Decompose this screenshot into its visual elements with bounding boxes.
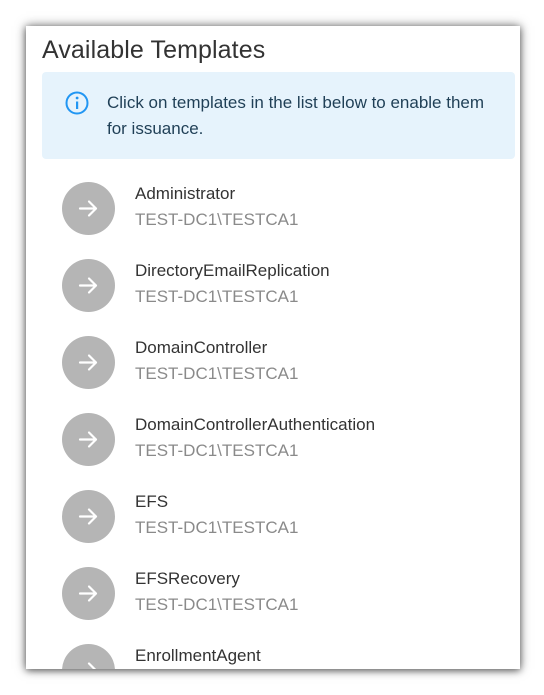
- template-name: EFS: [135, 492, 169, 511]
- template-ca-name: TEST-DC1\TESTCA1: [135, 518, 299, 537]
- arrow-right-icon[interactable]: [62, 336, 115, 389]
- template-name: EnrollmentAgent: [135, 646, 261, 665]
- panel-title: Available Templates: [42, 36, 266, 64]
- template-list-item[interactable]: DirectoryEmailReplication TEST-DC1\TESTCA…: [26, 247, 520, 324]
- template-name: DomainControllerAuthentication: [135, 415, 376, 434]
- available-templates-panel: Available Templates Click on templates i…: [26, 26, 520, 669]
- template-list-item[interactable]: EFSRecovery TEST-DC1\TESTCA1: [26, 555, 520, 632]
- template-ca-name: TEST-DC1\TESTCA1: [135, 441, 299, 460]
- arrow-right-icon[interactable]: [62, 182, 115, 235]
- info-icon: [64, 90, 90, 116]
- template-ca-name: TEST-DC1\TESTCA1: [135, 210, 299, 229]
- template-name: Administrator: [135, 184, 236, 203]
- info-text: Click on templates in the list below to …: [107, 93, 485, 138]
- info-banner: Click on templates in the list below to …: [42, 72, 515, 159]
- arrow-right-icon[interactable]: [62, 413, 115, 466]
- template-name: DomainController: [135, 338, 268, 357]
- template-list-item[interactable]: DomainControllerAuthentication TEST-DC1\T…: [26, 401, 520, 478]
- arrow-right-icon[interactable]: [62, 259, 115, 312]
- template-name: DirectoryEmailReplication: [135, 261, 330, 280]
- arrow-right-icon[interactable]: [62, 567, 115, 620]
- template-list-item[interactable]: EnrollmentAgentTEST-DC1\TESTCA1: [26, 632, 520, 669]
- template-ca-name: TEST-DC1\TESTCA1: [135, 364, 299, 383]
- arrow-right-icon[interactable]: [62, 490, 115, 543]
- template-ca-name: TEST-DC1\TESTCA1: [135, 595, 299, 614]
- template-list-item[interactable]: Administrator TEST-DC1\TESTCA1: [26, 170, 520, 247]
- template-list-item[interactable]: EFS TEST-DC1\TESTCA1: [26, 478, 520, 555]
- template-ca-name: TEST-DC1\TESTCA1: [135, 287, 299, 306]
- template-list-item[interactable]: DomainController TEST-DC1\TESTCA1: [26, 324, 520, 401]
- template-name: EFSRecovery: [135, 569, 240, 588]
- arrow-right-icon[interactable]: [62, 644, 115, 669]
